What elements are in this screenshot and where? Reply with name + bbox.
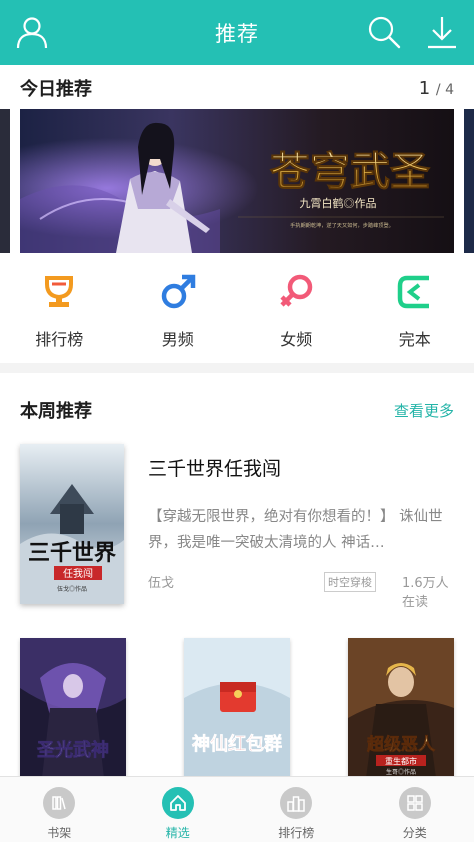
featured-book-cover[interactable]: 三千世界 任我闯 伍戈◎作品 [20, 444, 124, 604]
featured-book-readers: 1.6万人在读 [402, 576, 449, 610]
category-complete-label: 完本 [398, 330, 431, 349]
search-icon[interactable] [366, 14, 402, 50]
banner-author: 九霄白鹤◎作品 [300, 196, 377, 210]
tab-category-label: 分类 [402, 826, 427, 840]
category-male-label: 男频 [161, 330, 194, 349]
weekly-section-title: 本周推荐 [20, 401, 92, 422]
today-section-header: 今日推荐 1 / 4 [0, 66, 474, 110]
pager-current: 1 [418, 77, 431, 99]
download-icon[interactable] [424, 14, 460, 50]
tab-featured[interactable]: 精选 [133, 777, 223, 842]
banner-book-title: 苍穹武圣 [270, 149, 430, 194]
book-cover-1[interactable]: 圣光武神 [20, 638, 126, 778]
category-female-label: 女频 [280, 330, 313, 349]
category-complete[interactable]: 完本 [365, 262, 465, 362]
tab-ranking-label: 排行榜 [278, 826, 315, 840]
book-2-cover-title: 神仙红包群 [192, 733, 282, 754]
featured-cover-title: 三千世界 [28, 540, 116, 565]
top-bar: 推荐 [0, 0, 474, 65]
home-icon [161, 787, 194, 819]
tab-bookshelf[interactable]: 书架 [14, 777, 104, 842]
female-icon [280, 274, 313, 307]
user-icon[interactable] [14, 14, 50, 50]
featured-book-title[interactable]: 三千世界任我闯 [148, 454, 281, 481]
book-complete-icon [397, 275, 429, 309]
featured-book-tag: 时空穿梭 [324, 572, 376, 592]
section-divider [0, 363, 474, 373]
banner-prev-peek[interactable] [0, 109, 10, 253]
book-cover-2[interactable]: 神仙红包群 [184, 638, 290, 778]
book-cover-3[interactable]: 超级恶人 重生都市 生哥◎作品 [348, 638, 454, 778]
featured-cover-subtitle: 任我闯 [63, 567, 93, 580]
banner-slide[interactable]: 苍穹武圣 九霄白鹤◎作品 手执朗朗乾坤，逆了天又如何，步踏峰顶登。 [20, 109, 454, 253]
ranking-icon [280, 787, 313, 819]
category-female[interactable]: 女频 [246, 262, 346, 362]
featured-book-author: 伍戈 [148, 576, 175, 591]
tab-ranking[interactable]: 排行榜 [251, 777, 341, 842]
tab-category[interactable]: 分类 [370, 777, 460, 842]
trophy-icon [45, 276, 74, 307]
page-title: 推荐 [215, 21, 259, 46]
bottom-tab-bar: 书架 精选 排行榜 分类 [0, 776, 474, 842]
banner-pager: 1 / 4 [419, 78, 454, 99]
book-1-cover-title: 圣光武神 [36, 739, 109, 760]
view-more-link[interactable]: 查看更多 [394, 400, 454, 421]
category-ranking[interactable]: 排行榜 [9, 262, 109, 362]
featured-book-description: 【穿越无限世界，绝对有你想看的！】 诛仙世界，我是唯一突破太清境的人 神话… [148, 509, 443, 551]
tab-featured-label: 精选 [165, 826, 190, 840]
category-male[interactable]: 男频 [128, 262, 228, 362]
book-grid: 圣光武神 神仙红包群 超级恶人 重生都市 生哥◎作品 [0, 638, 474, 778]
featured-cover-author: 伍戈◎作品 [57, 585, 87, 593]
featured-book[interactable]: 三千世界 任我闯 伍戈◎作品 三千世界任我闯 【穿越无限世界，绝对有你想看的！】… [20, 444, 454, 610]
category-shortcuts: 排行榜 男频 女频 完本 [0, 262, 474, 362]
pager-total: / 4 [435, 81, 454, 98]
banner-carousel[interactable]: 苍穹武圣 九霄白鹤◎作品 手执朗朗乾坤，逆了天又如何，步踏峰顶登。 [0, 109, 474, 253]
male-icon [161, 274, 195, 309]
today-section-title: 今日推荐 [20, 79, 92, 100]
weekly-section-header: 本周推荐 查看更多 [0, 388, 474, 432]
category-grid-icon [398, 787, 431, 819]
book-3-cover-author: 生哥◎作品 [386, 768, 416, 776]
banner-tagline: 手执朗朗乾坤，逆了天又如何，步踏峰顶登。 [290, 221, 394, 229]
bookshelf-icon [43, 787, 76, 819]
tab-bookshelf-label: 书架 [47, 826, 72, 840]
book-3-cover-title: 超级恶人 [367, 734, 436, 754]
book-3-cover-subtitle: 重生都市 [385, 756, 417, 766]
banner-next-peek[interactable] [464, 109, 474, 253]
banner-artwork: 苍穹武圣 九霄白鹤◎作品 手执朗朗乾坤，逆了天又如何，步踏峰顶登。 [20, 109, 454, 253]
category-ranking-label: 排行榜 [35, 330, 84, 349]
